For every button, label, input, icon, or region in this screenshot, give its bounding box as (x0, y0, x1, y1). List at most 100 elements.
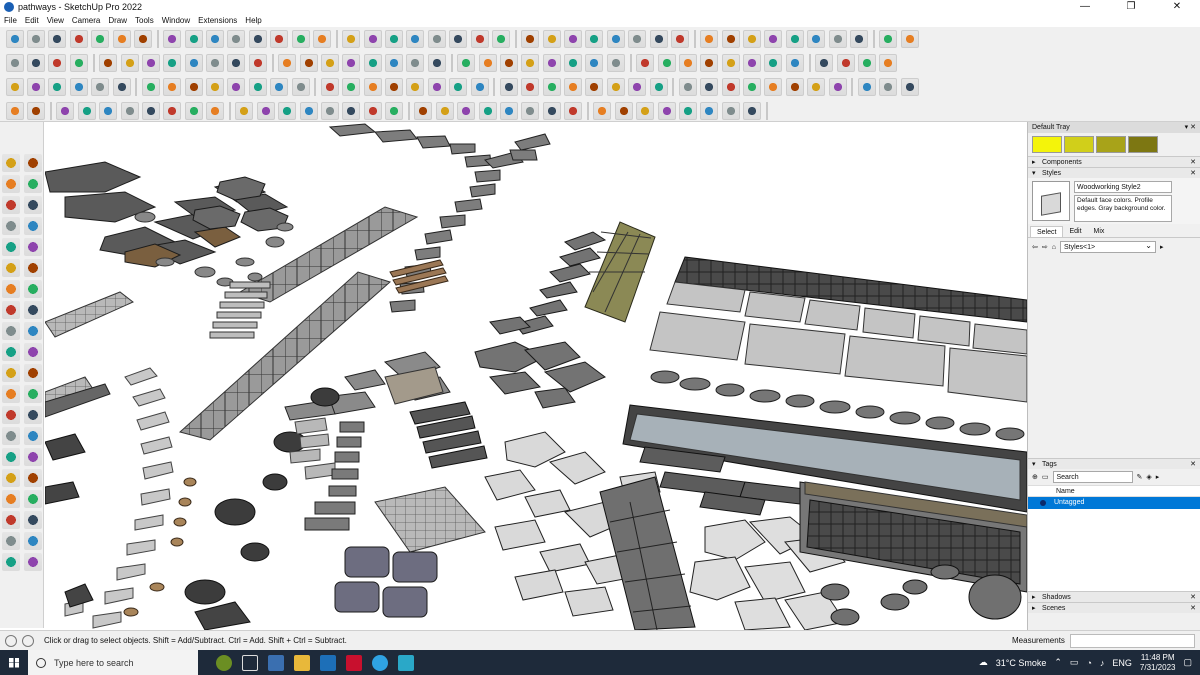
toolbar-tool-icon[interactable] (299, 101, 318, 120)
toolbar-tool-icon[interactable] (785, 77, 804, 96)
toolbar-tool-icon[interactable] (385, 29, 404, 48)
toolbar-tool-icon[interactable] (48, 77, 67, 96)
toolbar-tool-icon[interactable] (564, 101, 583, 120)
toolbar-tool-icon[interactable] (248, 77, 267, 96)
model-viewport[interactable] (45, 122, 1027, 630)
menu-help[interactable]: Help (241, 14, 265, 27)
toolbar-tool-icon[interactable] (764, 53, 783, 72)
tab-mix[interactable]: Mix (1088, 226, 1111, 237)
left-tool-icon[interactable] (24, 364, 42, 382)
toolbar-tool-icon[interactable] (227, 77, 246, 96)
toolbar-tool-icon[interactable] (163, 53, 182, 72)
shadows-panel-header[interactable]: ▸ Shadows ✕ (1028, 591, 1200, 602)
left-tool-icon[interactable] (2, 490, 20, 508)
left-tool-icon[interactable] (24, 259, 42, 277)
toolbar-tool-icon[interactable] (342, 29, 361, 48)
toolbar-tool-icon[interactable] (270, 29, 289, 48)
clock[interactable]: 11:48 PM 7/31/2023 (1140, 653, 1176, 673)
chevron-up-icon[interactable]: ⌃ (1054, 657, 1062, 668)
toolbar-tool-icon[interactable] (521, 101, 540, 120)
toolbar-tool-icon[interactable] (700, 53, 719, 72)
add-folder-icon[interactable]: ▭ (1042, 473, 1049, 481)
calculator-icon[interactable] (268, 654, 284, 671)
toolbar-tool-icon[interactable] (291, 77, 310, 96)
toolbar-tool-icon[interactable] (206, 101, 225, 120)
left-tool-icon[interactable] (24, 385, 42, 403)
measurements-input[interactable] (1070, 634, 1195, 648)
left-tool-icon[interactable] (24, 343, 42, 361)
toolbar-tool-icon[interactable] (235, 101, 254, 120)
weather-text[interactable]: 31°C Smoke (996, 658, 1047, 668)
toolbar-tool-icon[interactable] (248, 53, 267, 72)
toolbar-tool-icon[interactable] (491, 29, 510, 48)
left-tool-icon[interactable] (2, 259, 20, 277)
tag-row-untagged[interactable]: Untagged (1028, 497, 1200, 509)
toolbar-tool-icon[interactable] (785, 53, 804, 72)
left-tool-icon[interactable] (24, 469, 42, 487)
toolbar-tool-icon[interactable] (585, 29, 604, 48)
toolbar-tool-icon[interactable] (628, 29, 647, 48)
language-indicator[interactable]: ENG (1112, 658, 1132, 668)
left-tool-icon[interactable] (2, 280, 20, 298)
toolbar-tool-icon[interactable] (649, 77, 668, 96)
toolbar-tool-icon[interactable] (721, 77, 740, 96)
toolbar-tool-icon[interactable] (278, 101, 297, 120)
toolbar-tool-icon[interactable] (141, 101, 160, 120)
minimize-button[interactable]: — (1062, 0, 1108, 14)
style-name-field[interactable]: Woodworking Style2 (1074, 181, 1172, 193)
taskbar-search[interactable]: Type here to search (28, 650, 198, 675)
toolbar-tool-icon[interactable] (743, 77, 762, 96)
toolbar-tool-icon[interactable] (836, 53, 855, 72)
left-tool-icon[interactable] (24, 532, 42, 550)
toolbar-tool-icon[interactable] (435, 101, 454, 120)
left-tool-icon[interactable] (2, 343, 20, 361)
left-tool-icon[interactable] (2, 469, 20, 487)
toolbar-tool-icon[interactable] (542, 101, 561, 120)
toolbar-tool-icon[interactable] (69, 53, 88, 72)
sketchup-taskbar-icon[interactable] (320, 654, 336, 671)
toolbar-tool-icon[interactable] (342, 77, 361, 96)
network-icon[interactable]: ▭ (1070, 657, 1079, 668)
toolbar-tool-icon[interactable] (163, 77, 182, 96)
weather-icon[interactable]: ☁ (979, 657, 988, 668)
left-tool-icon[interactable] (24, 301, 42, 319)
toolbar-tool-icon[interactable] (414, 101, 433, 120)
toolbar-tool-icon[interactable] (678, 77, 697, 96)
toolbar-tool-icon[interactable] (807, 77, 826, 96)
toolbar-tool-icon[interactable] (521, 29, 540, 48)
left-tool-icon[interactable] (2, 406, 20, 424)
left-tool-icon[interactable] (2, 364, 20, 382)
toolbar-tool-icon[interactable] (320, 53, 339, 72)
toolbar-tool-icon[interactable] (5, 101, 24, 120)
toolbar-tool-icon[interactable] (678, 53, 697, 72)
details-arrow-icon[interactable]: ▸ (1156, 473, 1160, 481)
color-swatch[interactable] (1032, 136, 1062, 153)
toolbar-tool-icon[interactable] (406, 53, 425, 72)
toolbar-tool-icon[interactable] (27, 53, 46, 72)
toolbar-tool-icon[interactable] (879, 77, 898, 96)
toolbar-tool-icon[interactable] (141, 53, 160, 72)
toolbar-tool-icon[interactable] (256, 101, 275, 120)
toolbar-tool-icon[interactable] (48, 53, 67, 72)
toolbar-tool-icon[interactable] (478, 101, 497, 120)
toolbar-tool-icon[interactable] (248, 29, 267, 48)
paint-icon[interactable]: ✎ (1137, 473, 1143, 481)
color-swatch[interactable] (1064, 136, 1094, 153)
add-tag-icon[interactable]: ⊕ (1032, 473, 1038, 481)
components-panel-header[interactable]: ▸ Components ✕ (1028, 156, 1200, 167)
toolbar-tool-icon[interactable] (785, 29, 804, 48)
wifi-icon[interactable]: ◔ (1086, 658, 1091, 668)
toolbar-tool-icon[interactable] (342, 53, 361, 72)
left-tool-icon[interactable] (24, 217, 42, 235)
toolbar-tool-icon[interactable] (449, 29, 468, 48)
close-icon[interactable]: ✕ (1190, 603, 1196, 614)
toolbar-tool-icon[interactable] (900, 29, 919, 48)
toolbar-tool-icon[interactable] (815, 53, 834, 72)
left-tool-icon[interactable] (2, 448, 20, 466)
scenes-panel-header[interactable]: ▸ Scenes ✕ (1028, 602, 1200, 613)
left-tool-icon[interactable] (24, 490, 42, 508)
toolbar-tool-icon[interactable] (120, 53, 139, 72)
windows-start-icon[interactable] (0, 650, 28, 675)
toolbar-tool-icon[interactable] (499, 53, 518, 72)
toolbar-tool-icon[interactable] (879, 29, 898, 48)
